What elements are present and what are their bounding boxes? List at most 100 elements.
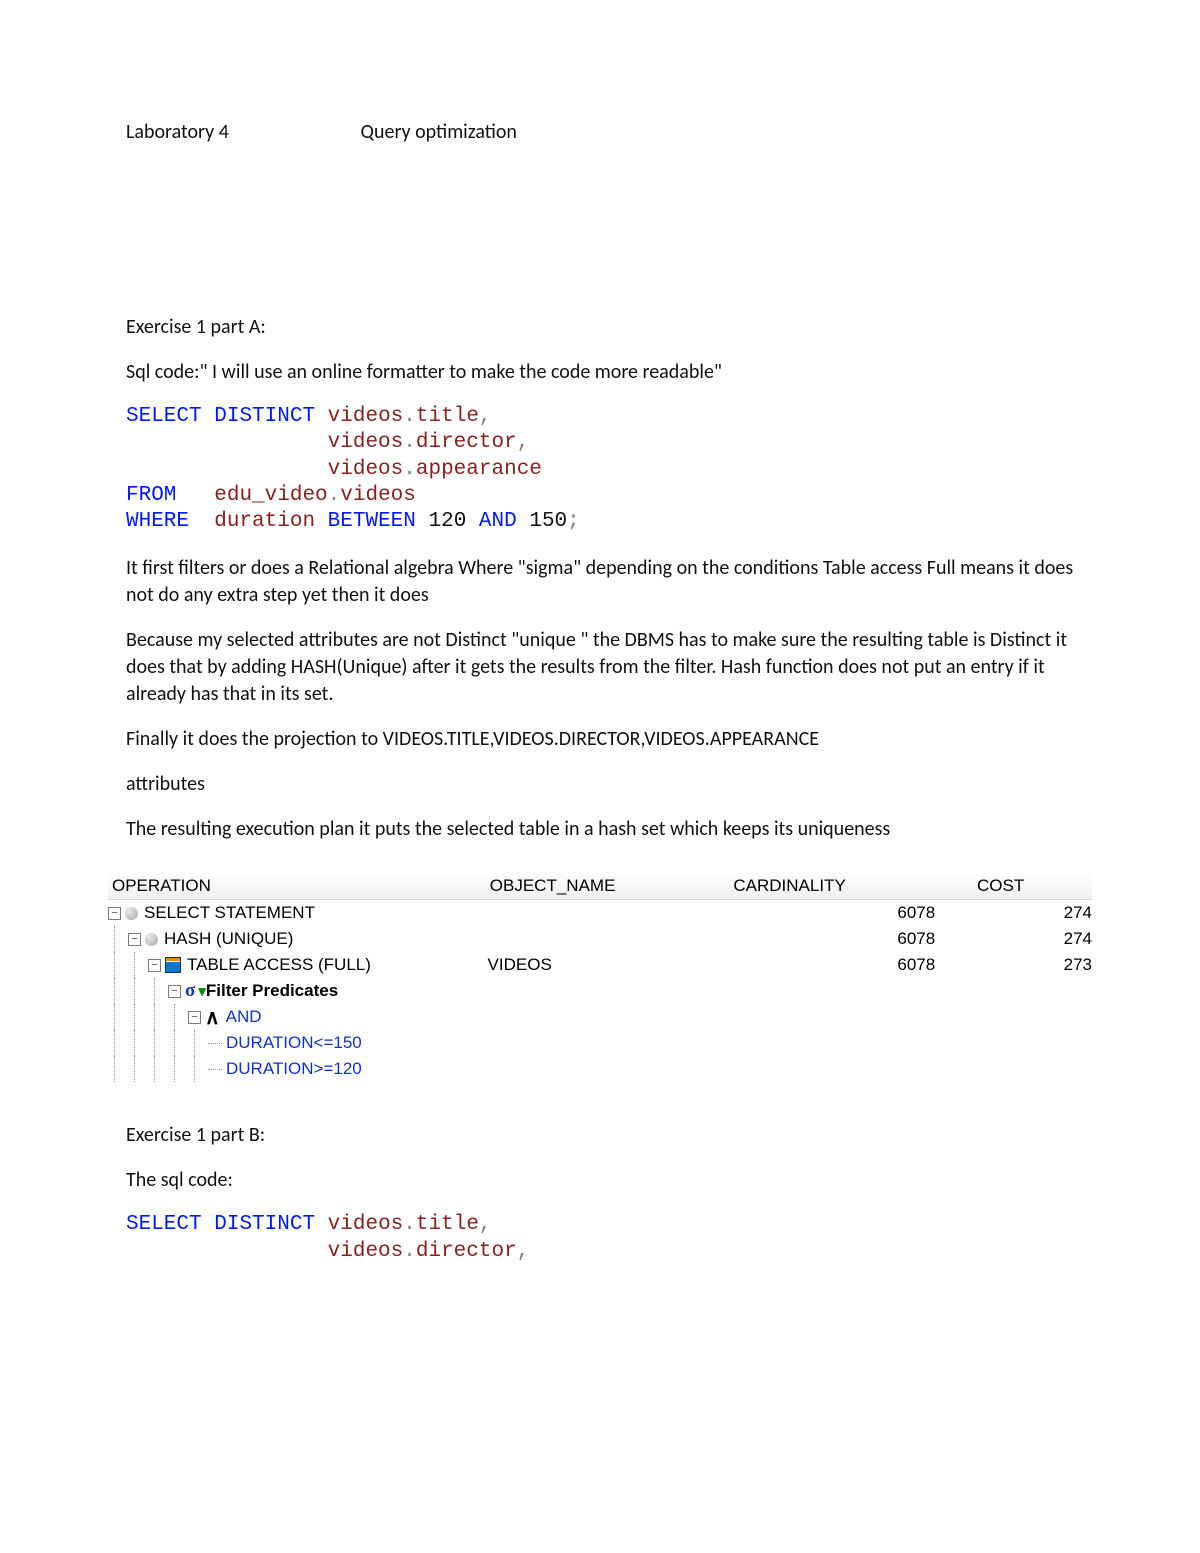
partA-p2: Because my selected attributes are not D… xyxy=(126,627,1074,708)
node-dot-icon xyxy=(145,933,158,946)
col-object-name: OBJECT_NAME xyxy=(486,876,730,896)
dot: . xyxy=(403,1213,416,1236)
plan-row: − TABLE ACCESS (FULL) VIDEOS6078273 xyxy=(108,952,1092,978)
kw-and: AND xyxy=(479,510,517,533)
tree-indent xyxy=(128,1056,148,1082)
tree-indent xyxy=(108,1004,128,1030)
plan-row: DURATION>=120 xyxy=(108,1056,1092,1082)
tree-toggle-icon[interactable]: − xyxy=(188,1011,201,1024)
header-left: Laboratory 4 xyxy=(126,120,356,144)
plan-object-cell: VIDEOS xyxy=(488,955,731,975)
tree-toggle-icon[interactable]: − xyxy=(168,985,181,998)
tree-toggle-icon[interactable]: − xyxy=(108,907,121,920)
tree-indent xyxy=(108,1056,128,1082)
plan-op-label: DURATION<=150 xyxy=(226,1033,362,1053)
tree-toggle-icon[interactable]: − xyxy=(148,959,161,972)
tree-indent xyxy=(128,1004,148,1030)
num: 150 xyxy=(529,510,567,533)
tree-toggle-icon[interactable]: − xyxy=(128,933,141,946)
tree-indent xyxy=(148,978,168,1004)
plan-row: −σ▾ Filter Predicates xyxy=(108,978,1092,1004)
plan-cardinality-cell: 6078 xyxy=(731,929,975,949)
partA-intro: Sql code:" I will use an online formatte… xyxy=(126,359,1074,386)
comma: , xyxy=(479,405,492,428)
plan-op-label: TABLE ACCESS (FULL) xyxy=(187,955,371,975)
kw-distinct: DISTINCT xyxy=(214,1213,315,1236)
kw-select: SELECT xyxy=(126,1213,202,1236)
filter-funnel-icon: ▾ xyxy=(198,982,206,1000)
schema: edu_video xyxy=(214,484,327,507)
plan-row: −∧ AND xyxy=(108,1004,1092,1030)
table-grid-icon xyxy=(165,957,181,973)
plan-row: DURATION<=150 xyxy=(108,1030,1092,1056)
plan-op-cell: − TABLE ACCESS (FULL) xyxy=(108,952,488,978)
plan-cost-cell: 274 xyxy=(975,929,1092,949)
semicolon: ; xyxy=(567,510,580,533)
col: director xyxy=(416,431,517,454)
col: title xyxy=(416,405,479,428)
tbl: videos xyxy=(328,1240,404,1263)
comma: , xyxy=(517,431,530,454)
plan-row: − HASH (UNIQUE) 6078274 xyxy=(108,926,1092,952)
tree-indent xyxy=(128,952,148,978)
kw-distinct: DISTINCT xyxy=(214,405,315,428)
plan-op-label: DURATION>=120 xyxy=(226,1059,362,1079)
tree-indent xyxy=(108,926,128,952)
tree-indent xyxy=(188,1056,208,1082)
comma: , xyxy=(479,1213,492,1236)
partA-p5: The resulting execution plan it puts the… xyxy=(126,816,1074,843)
sql-code-B: SELECT DISTINCT videos.title, videos.dir… xyxy=(126,1212,1074,1265)
kw-from: FROM xyxy=(126,484,176,507)
tree-leaf-connector xyxy=(208,1069,222,1070)
plan-cardinality-cell: 6078 xyxy=(731,955,975,975)
tree-indent xyxy=(148,1056,168,1082)
col-operation: OPERATION xyxy=(108,876,486,896)
col: director xyxy=(416,1240,517,1263)
col-cardinality: CARDINALITY xyxy=(729,876,973,896)
partB-intro: The sql code: xyxy=(126,1167,1074,1194)
col: title xyxy=(416,1213,479,1236)
header-right: Query optimization xyxy=(361,120,517,144)
plan-cardinality-cell: 6078 xyxy=(731,903,975,923)
tree-indent xyxy=(128,978,148,1004)
execution-plan: OPERATION OBJECT_NAME CARDINALITY COST −… xyxy=(108,873,1092,1082)
col-cost: COST xyxy=(973,876,1092,896)
and-operator-icon: ∧ xyxy=(205,1005,220,1030)
sql-code-A: SELECT DISTINCT videos.title, videos.dir… xyxy=(126,404,1074,535)
comma: , xyxy=(517,1240,530,1263)
node-dot-icon xyxy=(125,907,138,920)
plan-op-label: SELECT STATEMENT xyxy=(144,903,315,923)
plan-row: − SELECT STATEMENT 6078274 xyxy=(108,900,1092,926)
partA-p4: attributes xyxy=(126,771,1074,798)
plan-op-label: AND xyxy=(226,1007,262,1027)
tree-indent xyxy=(108,978,128,1004)
plan-op-cell: − HASH (UNIQUE) xyxy=(108,926,488,952)
dot: . xyxy=(403,458,416,481)
document-page: Laboratory 4 Query optimization Exercise… xyxy=(0,0,1200,1553)
col: duration xyxy=(214,510,315,533)
col: appearance xyxy=(416,458,542,481)
dot: . xyxy=(328,484,341,507)
partB-heading: Exercise 1 part B: xyxy=(126,1122,1074,1149)
dot: . xyxy=(403,431,416,454)
kw-where: WHERE xyxy=(126,510,189,533)
tree-indent xyxy=(108,1030,128,1056)
plan-op-cell: DURATION<=150 xyxy=(108,1030,488,1056)
plan-body: −SELECT STATEMENT6078274−HASH (UNIQUE)60… xyxy=(108,900,1092,1082)
tree-indent xyxy=(188,1030,208,1056)
plan-op-label: HASH (UNIQUE) xyxy=(164,929,293,949)
tree-leaf-connector xyxy=(208,1043,222,1044)
dot: . xyxy=(403,405,416,428)
plan-cost-cell: 274 xyxy=(975,903,1092,923)
tbl: videos xyxy=(328,431,404,454)
partA-p1: It first filters or does a Relational al… xyxy=(126,555,1074,609)
plan-op-cell: −∧ AND xyxy=(108,1004,488,1030)
partA-p3: Finally it does the projection to VIDEOS… xyxy=(126,726,1074,753)
dot: . xyxy=(403,1240,416,1263)
plan-op-cell: DURATION>=120 xyxy=(108,1056,488,1082)
tbl: videos xyxy=(328,458,404,481)
plan-cost-cell: 273 xyxy=(975,955,1092,975)
tbl: videos xyxy=(328,405,404,428)
tree-indent xyxy=(168,1030,188,1056)
tree-indent xyxy=(168,1004,188,1030)
